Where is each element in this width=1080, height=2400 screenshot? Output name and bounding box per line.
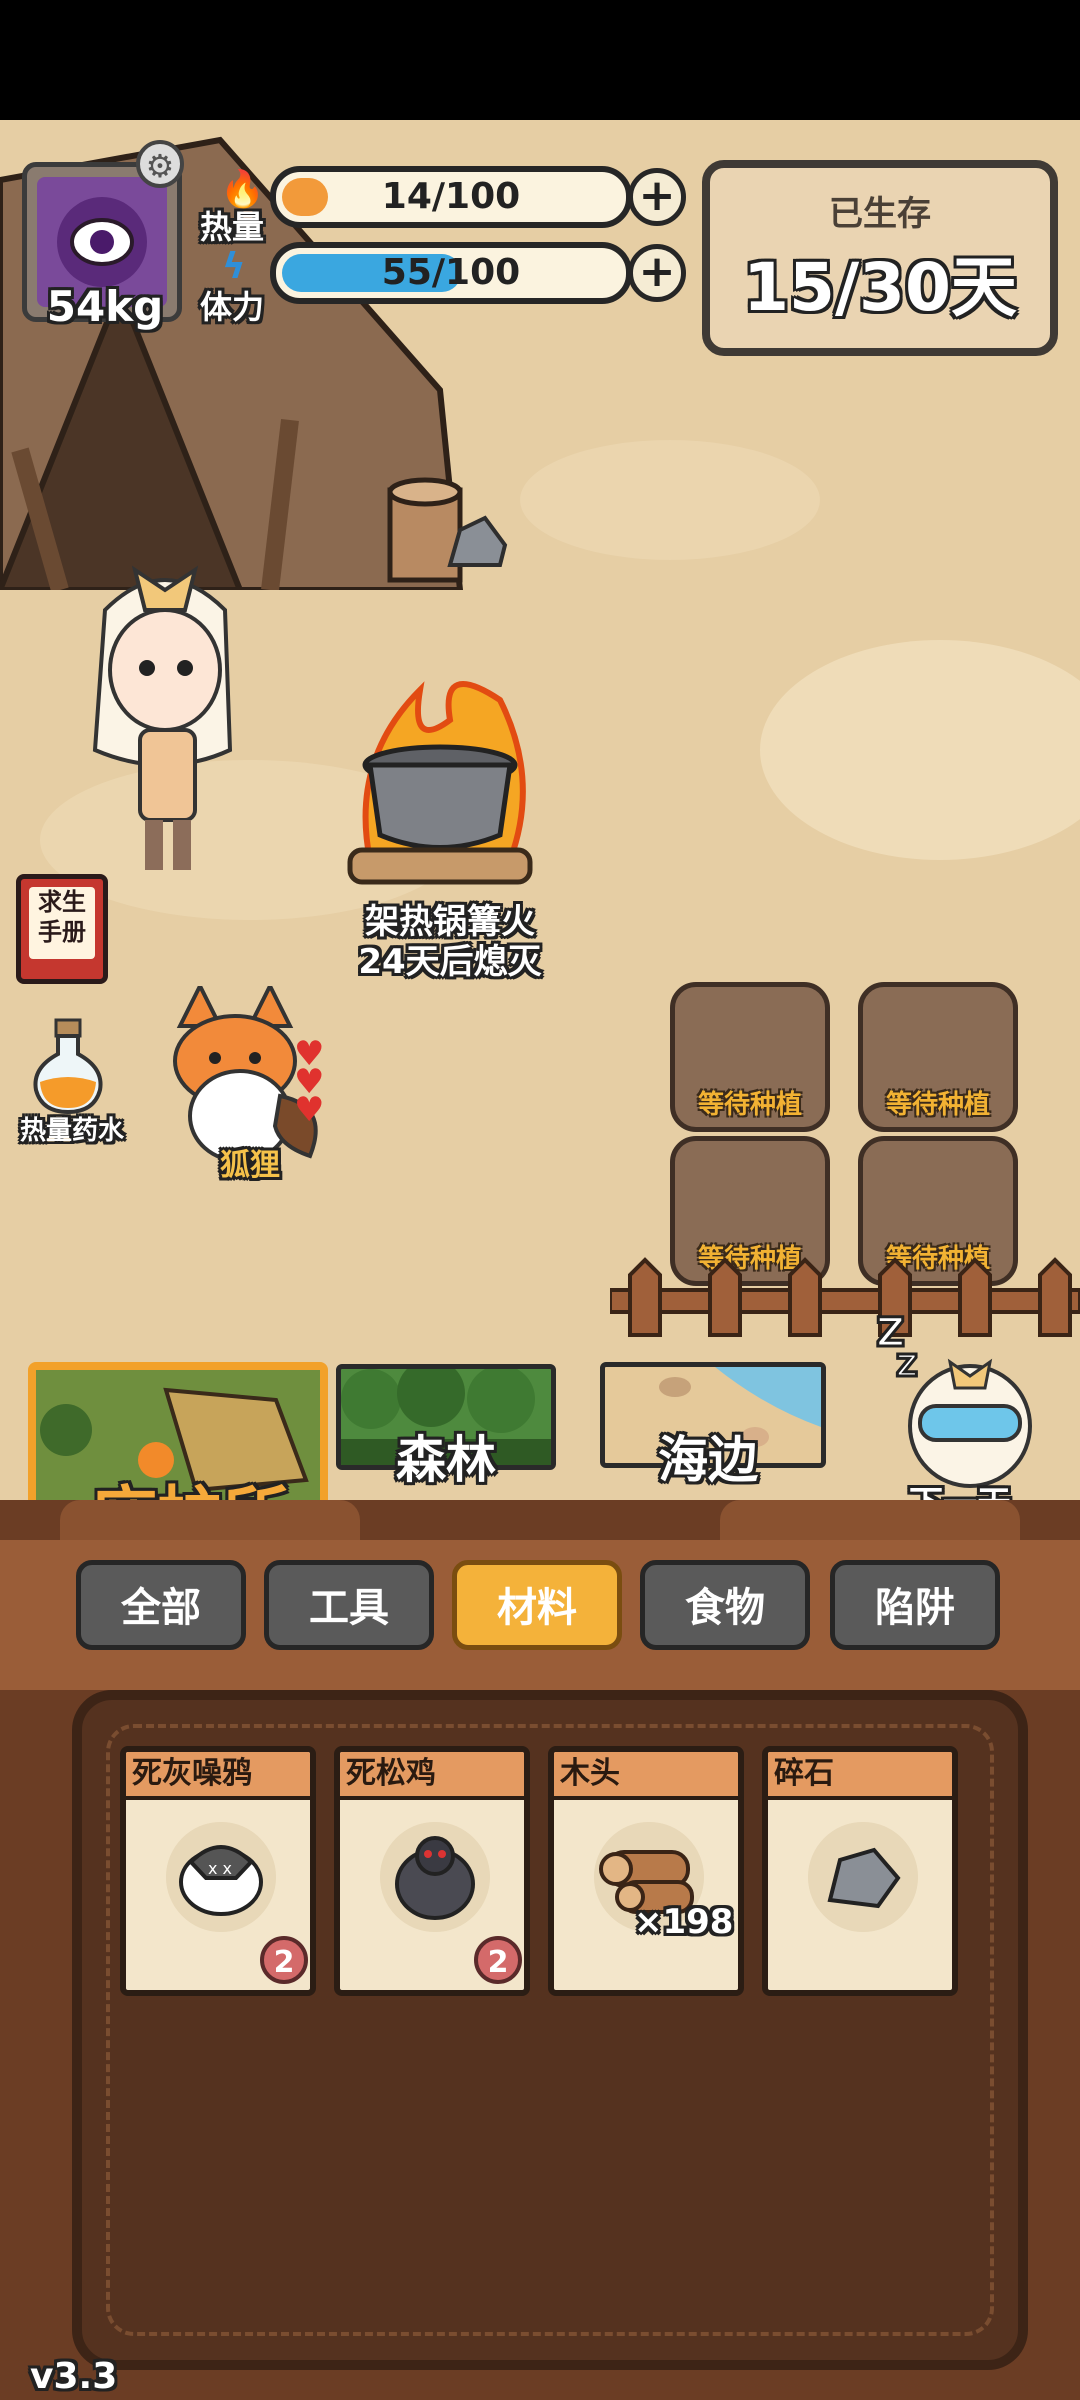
- survivor-girl-character[interactable]: [55, 550, 265, 880]
- campfire-status: 24天后熄灭: [358, 942, 542, 982]
- stamina-label: 体力: [200, 288, 265, 326]
- survival-guide-label: 求生 手册: [29, 887, 95, 959]
- item-count-badge: 2: [260, 1936, 308, 1984]
- inventory-item[interactable]: 木头 ×198: [548, 1746, 744, 1996]
- location-seaside-label: 海边: [658, 1431, 758, 1489]
- svg-text:Z: Z: [896, 1349, 918, 1384]
- sleeping-girl-next-day-button[interactable]: Z Z: [870, 1306, 1060, 1496]
- item-name: 木头: [554, 1752, 738, 1800]
- campfire-name: 架热锅篝火: [365, 902, 535, 942]
- svg-text:x x: x x: [208, 1859, 232, 1878]
- stamina-value: 55/100: [381, 252, 521, 293]
- version-label: v3.3: [30, 2356, 118, 2397]
- pet-name-label: 狐狸: [220, 1148, 280, 1183]
- heat-bar: 14/100: [270, 166, 632, 228]
- tab-tools[interactable]: 工具: [264, 1560, 434, 1650]
- survived-label: 已生存: [829, 194, 931, 234]
- campfire-pot[interactable]: [330, 660, 550, 890]
- survival-days-panel: 已生存 15/30天: [702, 160, 1058, 356]
- farm-plot[interactable]: 等待种植: [858, 982, 1018, 1132]
- rock-icon: [447, 515, 508, 567]
- item-count-badge: 2: [474, 1936, 522, 1984]
- plot-status: 等待种植: [697, 1090, 802, 1120]
- inventory-item[interactable]: 死松鸡 2: [334, 1746, 530, 1996]
- dead-crow-icon: x x: [166, 1822, 276, 1932]
- stamina-bar: 55/100: [270, 242, 632, 304]
- add-heat-button[interactable]: +: [628, 168, 686, 226]
- item-name: 死灰噪鸦: [126, 1752, 310, 1800]
- dead-grouse-icon: [380, 1822, 490, 1932]
- lightning-icon: ϟ: [222, 246, 246, 287]
- location-forest-label: 森林: [396, 1431, 496, 1489]
- stone-icon: [808, 1822, 918, 1932]
- farm-plot[interactable]: 等待种植: [670, 982, 830, 1132]
- tab-materials[interactable]: 材料: [452, 1560, 622, 1650]
- tab-all[interactable]: 全部: [76, 1560, 246, 1650]
- survival-guide-button[interactable]: 求生 手册: [16, 874, 108, 984]
- heat-value: 14/100: [381, 176, 521, 217]
- plot-status: 等待种植: [885, 1090, 990, 1120]
- item-name: 死松鸡: [340, 1752, 524, 1800]
- heat-potion-icon[interactable]: [28, 1016, 108, 1116]
- add-stamina-button[interactable]: +: [628, 244, 686, 302]
- heat-potion-label: 热量药水: [19, 1116, 124, 1146]
- item-count: ×198: [634, 1902, 734, 1942]
- heat-label: 热量: [200, 208, 265, 246]
- survived-days: 15/30天: [743, 249, 1017, 326]
- settings-gear-icon[interactable]: ⚙: [136, 140, 184, 188]
- player-weight: 54kg: [46, 282, 164, 331]
- affection-hearts-icon: ♥ ♥ ♥: [294, 1034, 325, 1130]
- inventory-item[interactable]: 碎石: [762, 1746, 958, 1996]
- tab-food[interactable]: 食物: [640, 1560, 810, 1650]
- inventory-item[interactable]: 死灰噪鸦 x x 2: [120, 1746, 316, 1996]
- tab-traps[interactable]: 陷阱: [830, 1560, 1000, 1650]
- item-name: 碎石: [768, 1752, 952, 1800]
